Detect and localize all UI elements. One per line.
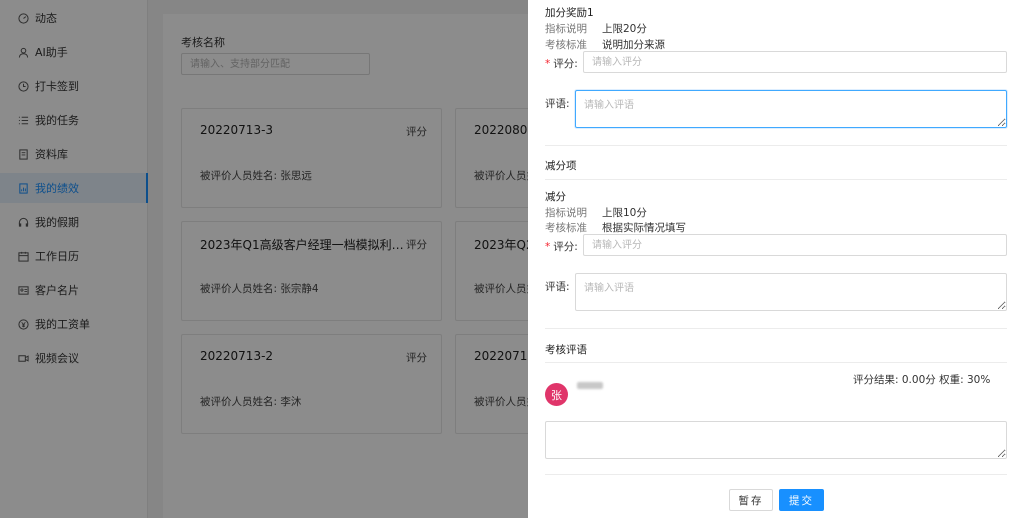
required-mark: * xyxy=(545,241,551,253)
deduct-section-title: 减分项 xyxy=(545,160,577,172)
save-draft-button[interactable]: 暂存 xyxy=(729,489,773,511)
deduct-desc-value: 上限10分 xyxy=(602,207,647,219)
divider xyxy=(545,362,1007,363)
deduct-desc-label: 指标说明 xyxy=(545,207,587,219)
bonus-desc-value: 上限20分 xyxy=(602,23,647,35)
score-label-text: 评分: xyxy=(553,58,578,70)
divider xyxy=(545,145,1007,146)
overall-comment-textarea[interactable] xyxy=(545,421,1007,459)
bonus-item-name: 加分奖励1 xyxy=(545,7,594,19)
divider xyxy=(545,474,1007,475)
bonus-desc-label: 指标说明 xyxy=(545,23,587,35)
deduct-score-label: * 评分: xyxy=(545,239,578,254)
divider xyxy=(545,179,1007,180)
score-label-text: 评分: xyxy=(553,241,578,253)
bonus-comment-label: 评语: xyxy=(545,98,570,110)
deduct-score-input[interactable] xyxy=(583,234,1007,256)
reviewer-name-redacted xyxy=(577,382,603,389)
avatar-initial: 张 xyxy=(551,388,562,402)
avatar: 张 xyxy=(545,383,568,406)
bonus-score-label: * 评分: xyxy=(545,56,578,71)
deduct-standard-label: 考核标准 xyxy=(545,222,587,234)
required-mark: * xyxy=(545,58,551,70)
deduct-comment-textarea[interactable] xyxy=(575,273,1007,311)
score-result: 评分结果: 0.00分 权重: 30% xyxy=(853,374,991,386)
divider xyxy=(545,328,1007,329)
deduct-item-name: 减分 xyxy=(545,191,566,203)
bonus-comment-textarea[interactable] xyxy=(575,90,1007,128)
review-section-title: 考核评语 xyxy=(545,344,587,356)
submit-button[interactable]: 提交 xyxy=(779,489,824,511)
bonus-standard-value: 说明加分来源 xyxy=(602,39,665,51)
bonus-standard-label: 考核标准 xyxy=(545,39,587,51)
deduct-comment-label: 评语: xyxy=(545,281,570,293)
deduct-standard-value: 根据实际情况填写 xyxy=(602,222,686,234)
bonus-score-input[interactable] xyxy=(583,51,1007,73)
